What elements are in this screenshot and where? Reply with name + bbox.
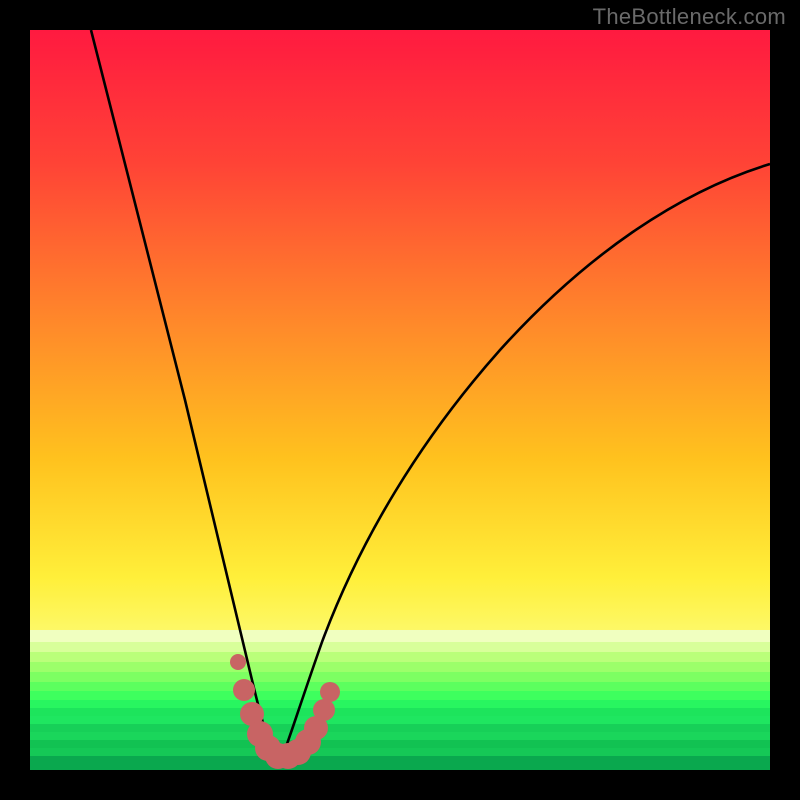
- chart-frame: TheBottleneck.com: [0, 0, 800, 800]
- bottom-green-band: [30, 630, 770, 770]
- marker-dot: [233, 679, 255, 701]
- marker-dot: [320, 682, 340, 702]
- plot-svg: [30, 30, 770, 770]
- bottleneck-plot: [30, 30, 770, 770]
- watermark-label: TheBottleneck.com: [593, 4, 786, 30]
- marker-dot: [313, 699, 335, 721]
- marker-dot: [230, 654, 246, 670]
